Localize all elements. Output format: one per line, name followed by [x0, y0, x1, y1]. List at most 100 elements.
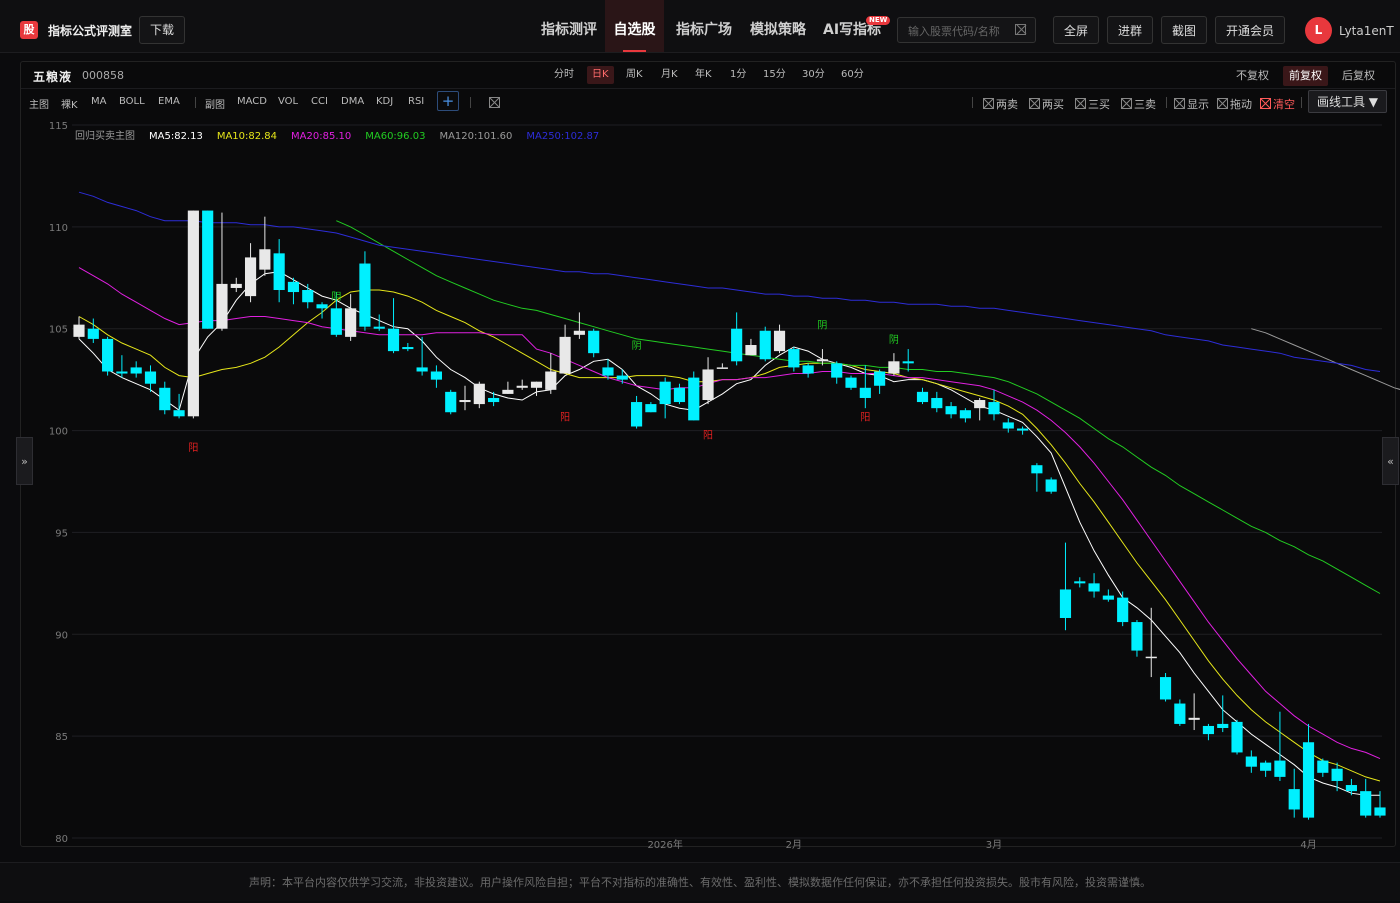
signal-marker: 阳	[560, 411, 570, 423]
candle-body	[974, 400, 986, 409]
x-tick-label: 2月	[786, 839, 802, 851]
candle-body	[102, 338, 114, 372]
legend-entry: MA5:82.13	[149, 131, 203, 142]
candle-body	[802, 365, 814, 374]
y-tick-label: 80	[55, 834, 68, 845]
candle-body	[559, 336, 571, 374]
y-tick-label: 105	[49, 325, 68, 336]
candle-body	[488, 397, 500, 403]
legend-entry: MA10:82.84	[217, 131, 277, 142]
candle-body	[230, 283, 242, 288]
candle-body	[316, 304, 328, 309]
candle-body	[702, 369, 714, 401]
candle-body	[916, 391, 929, 403]
candle-body	[902, 361, 914, 364]
candle-body	[516, 385, 528, 388]
candle-body	[630, 402, 643, 427]
candle-body	[545, 371, 557, 390]
candle-body	[1131, 622, 1143, 651]
candle-body	[430, 371, 442, 380]
x-tick-label: 4月	[1300, 839, 1316, 851]
series-line-ma120	[1251, 328, 1400, 390]
y-tick-label: 100	[49, 427, 68, 438]
signal-marker: 阴	[889, 334, 899, 346]
candle-body	[373, 326, 385, 329]
candle-body	[1017, 428, 1029, 431]
candle-body	[87, 328, 99, 339]
candle-body	[731, 328, 743, 362]
candle-body	[173, 410, 185, 417]
candle-body	[845, 377, 857, 388]
candle-body	[402, 347, 414, 350]
signal-marker: 阳	[703, 430, 713, 442]
candle-body	[1288, 789, 1300, 810]
candle-body	[788, 349, 800, 368]
candle-body	[416, 367, 428, 372]
left-panel-toggle[interactable]: »	[16, 437, 33, 485]
signal-marker: 阳	[188, 442, 198, 454]
candle-body	[874, 371, 886, 386]
candle-body	[831, 363, 843, 378]
candle-body	[659, 381, 671, 405]
legend-entry: MA250:102.87	[526, 131, 599, 142]
x-tick-label: 3月	[986, 839, 1002, 851]
series-line-ma20	[78, 267, 1381, 760]
candle-body	[988, 402, 1000, 415]
candle-body	[1331, 768, 1343, 781]
candle-body	[1317, 760, 1329, 773]
candle-body	[759, 330, 771, 360]
candle-body	[1360, 791, 1372, 816]
candle-body	[287, 281, 300, 293]
candle-body	[1274, 760, 1286, 777]
signal-marker: 阴	[331, 291, 341, 303]
candle-body	[302, 290, 314, 303]
y-tick-label: 90	[55, 630, 68, 641]
candle-body	[130, 367, 142, 374]
candle-body	[859, 387, 871, 398]
candle-body	[202, 210, 214, 329]
candle-body	[1302, 742, 1315, 818]
candle-body	[888, 361, 900, 374]
candle-body	[116, 371, 128, 374]
candle-body	[1245, 756, 1257, 767]
candle-body	[945, 406, 957, 415]
right-panel-toggle[interactable]: «	[1382, 437, 1399, 485]
y-tick-label: 95	[55, 528, 68, 539]
candle-body	[588, 330, 600, 354]
candle-body	[459, 400, 471, 403]
series-line-ma60	[336, 220, 1381, 594]
legend-entry: MA60:96.03	[365, 131, 425, 142]
candle-body	[144, 371, 157, 384]
candle-body	[616, 375, 628, 380]
candle-body	[387, 328, 400, 352]
candle-body	[745, 345, 757, 356]
candle-body	[1217, 723, 1229, 728]
candle-body	[673, 387, 686, 403]
candle-body	[773, 330, 786, 352]
candle-body	[931, 397, 943, 409]
candle-body	[816, 359, 829, 362]
signal-marker: 阳	[860, 411, 870, 423]
candle-body	[359, 263, 371, 327]
candle-body	[645, 404, 657, 413]
candle-body	[959, 410, 971, 419]
signal-marker: 阴	[632, 340, 642, 352]
candle-body	[330, 308, 342, 335]
candle-body	[602, 367, 614, 376]
candle-body	[502, 389, 514, 394]
candle-body	[1059, 589, 1072, 618]
candle-body	[1260, 762, 1272, 771]
candle-body	[1345, 785, 1357, 792]
candle-body	[1159, 677, 1172, 700]
candle-body	[1117, 597, 1129, 623]
candle-body	[530, 381, 543, 388]
candle-body	[159, 387, 171, 411]
kline-chart[interactable]: 80 85 90 95 100 105 110 115 2026年 2月 3月 4月 回归买卖主图 MA5…	[0, 0, 1400, 900]
y-tick-label: 110	[49, 223, 68, 234]
y-tick-label: 115	[49, 121, 68, 132]
candle-body	[1202, 725, 1215, 735]
candle-body	[73, 324, 85, 337]
x-tick-label: 2026年	[647, 838, 682, 851]
signal-marker: 阴	[817, 320, 827, 332]
candle-body	[445, 391, 457, 413]
